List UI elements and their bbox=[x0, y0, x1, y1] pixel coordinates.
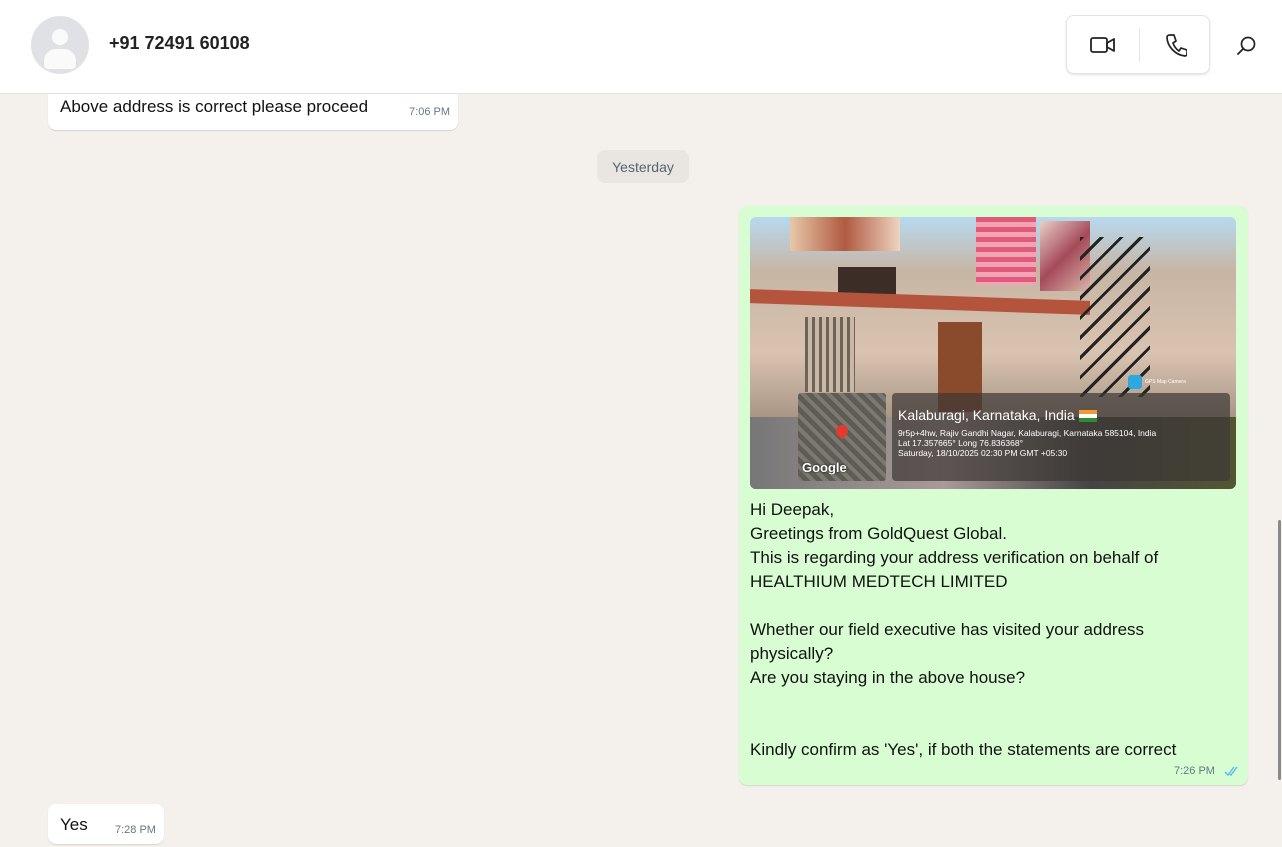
call-buttons-group bbox=[1066, 15, 1210, 74]
map-logo: Google bbox=[802, 460, 847, 475]
location-address: 9r5p+4hw, Rajiv Gandhi Nagar, Kalaburagi… bbox=[898, 428, 1157, 438]
message-text: Above address is correct please proceed bbox=[60, 97, 369, 116]
message-text: Yes bbox=[60, 815, 88, 834]
message-time: 7:26 PM bbox=[1174, 765, 1215, 777]
video-call-icon bbox=[1090, 36, 1115, 53]
video-call-button[interactable] bbox=[1067, 16, 1139, 73]
contact-name[interactable]: +91 72491 60108 bbox=[109, 33, 250, 54]
voice-call-icon bbox=[1165, 33, 1187, 57]
chat-header: +91 72491 60108 bbox=[0, 0, 1282, 94]
location-title: Kalaburagi, Karnataka, India bbox=[898, 407, 1075, 423]
location-overlay: Kalaburagi, Karnataka, India 9r5p+4hw, R… bbox=[892, 393, 1230, 481]
message-time: 7:28 PM bbox=[115, 824, 156, 836]
message-time: 7:06 PM bbox=[409, 106, 450, 118]
gps-app-label: GPS Map Camera bbox=[1128, 375, 1186, 389]
read-ticks-icon bbox=[1224, 766, 1238, 777]
voice-call-button[interactable] bbox=[1140, 16, 1211, 73]
message-outgoing[interactable]: GPS Map Camera Google Kalaburagi, Karnat… bbox=[739, 206, 1248, 785]
gps-photo[interactable]: GPS Map Camera Google Kalaburagi, Karnat… bbox=[750, 217, 1236, 489]
message-text: Hi Deepak, Greetings from GoldQuest Glob… bbox=[750, 500, 1177, 759]
gps-camera-icon bbox=[1128, 375, 1142, 389]
location-coords: Lat 17.357665° Long 76.836368° bbox=[898, 438, 1023, 448]
message-incoming[interactable]: Above address is correct please proceed … bbox=[48, 94, 458, 130]
search-icon bbox=[1237, 36, 1256, 55]
date-divider: Yesterday bbox=[597, 150, 689, 183]
map-pin-icon bbox=[833, 422, 851, 440]
search-button[interactable] bbox=[1230, 30, 1262, 62]
india-flag-icon bbox=[1078, 410, 1097, 423]
location-datetime: Saturday, 18/10/2025 02:30 PM GMT +05:30 bbox=[898, 448, 1068, 458]
message-list[interactable]: Above address is correct please proceed … bbox=[0, 94, 1282, 847]
map-thumbnail: Google bbox=[798, 393, 886, 481]
message-incoming[interactable]: Yes 7:28 PM bbox=[48, 804, 164, 844]
scrollbar[interactable] bbox=[1278, 520, 1281, 780]
avatar[interactable] bbox=[31, 16, 89, 74]
